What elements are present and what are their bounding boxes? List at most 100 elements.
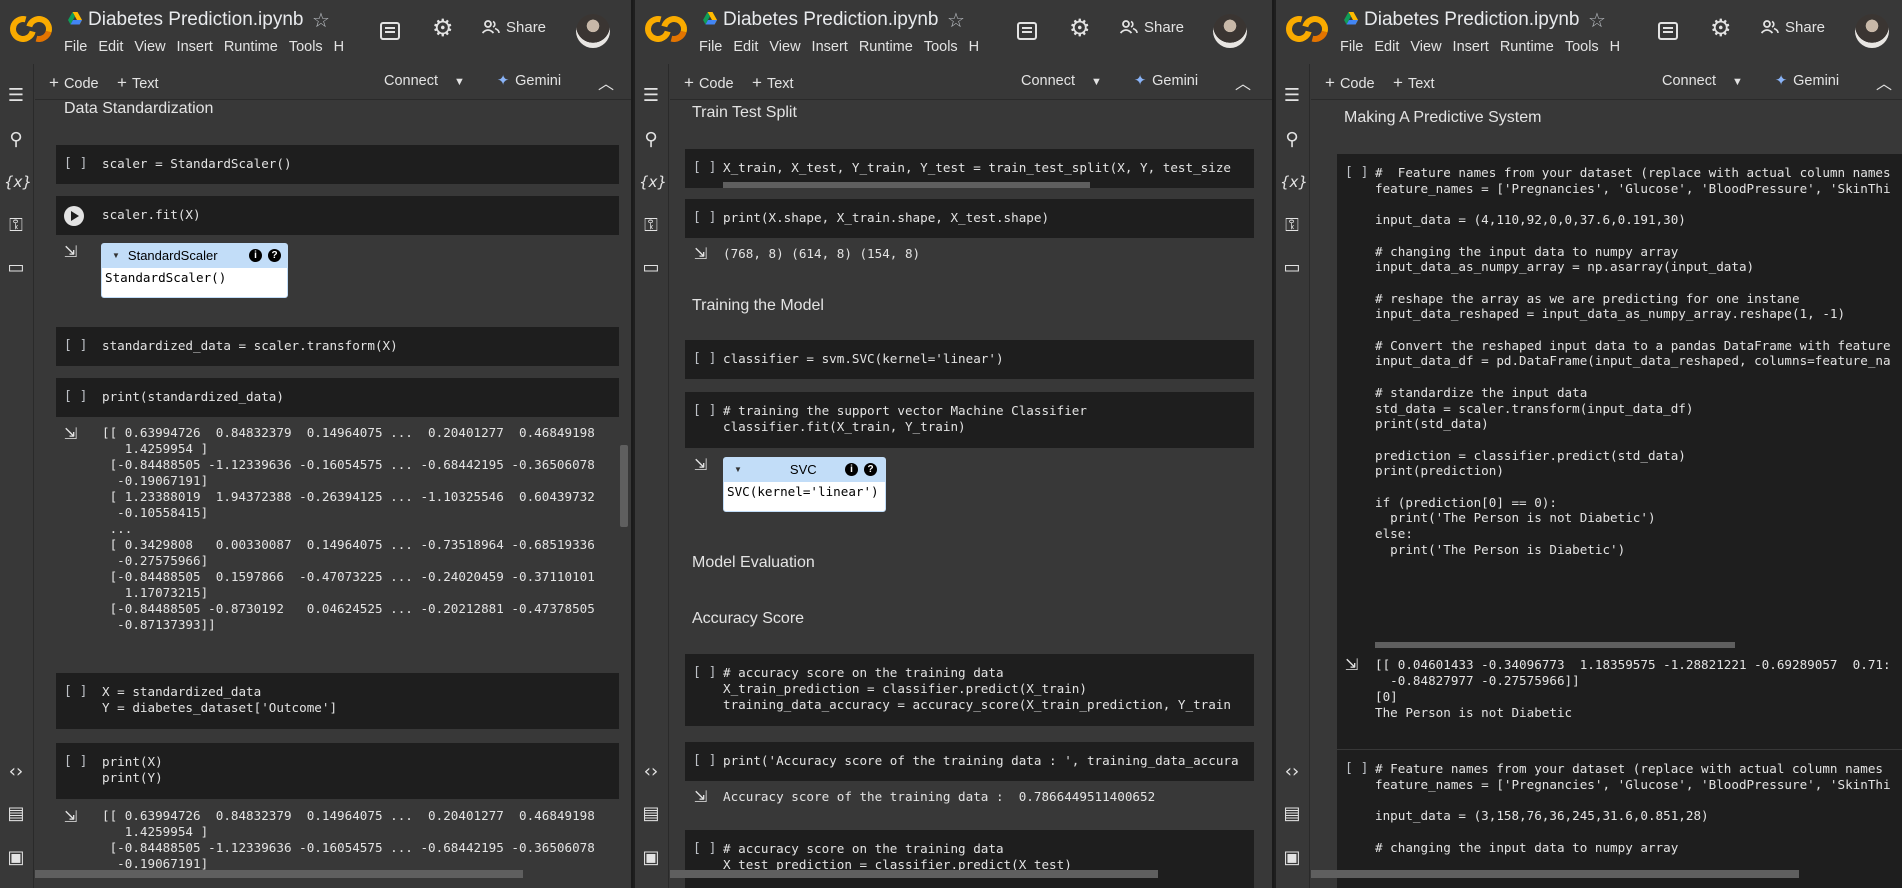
menu-edit[interactable]: Edit [1374, 39, 1399, 55]
code-cell[interactable]: [ ] # accuracy score on the training dat… [685, 830, 1254, 888]
cell-run-bracket[interactable]: [ ] [693, 351, 716, 366]
code-cell[interactable]: [ ] standardized_data = scaler.transform… [56, 327, 619, 366]
star-icon[interactable]: ☆ [947, 8, 965, 33]
gemini-button[interactable]: ✦ Gemini [497, 73, 561, 89]
toc-icon[interactable]: ☰ [639, 84, 663, 108]
toc-icon[interactable]: ☰ [1280, 84, 1304, 108]
info-icon[interactable]: i [845, 463, 858, 476]
code-cell[interactable]: [ ] print(standardized_data) [56, 378, 619, 417]
connect-button[interactable]: Connect [1662, 73, 1716, 89]
menu-runtime[interactable]: Runtime [859, 39, 913, 55]
horizontal-scrollbar[interactable] [35, 870, 523, 878]
cell-code[interactable]: # Feature names from your dataset (repla… [1375, 165, 1891, 558]
cell-code[interactable]: # accuracy score on the training data X_… [723, 665, 1231, 713]
cell-code[interactable]: X = standardized_data Y = diabetes_datas… [102, 684, 337, 716]
cell-code[interactable]: print(X.shape, X_train.shape, X_test.sha… [723, 210, 1049, 226]
collapse-chevron-icon[interactable]: ︿ [1235, 70, 1251, 94]
add-text-button[interactable]: + Text [752, 73, 794, 93]
cell-code[interactable]: # training the support vector Machine Cl… [723, 403, 1087, 435]
menu-view[interactable]: View [769, 39, 800, 55]
menu-file[interactable]: File [699, 39, 722, 55]
cell-run-bracket[interactable]: [ ] [693, 210, 716, 225]
code-cell[interactable]: scaler.fit(X) [56, 196, 619, 235]
connect-button[interactable]: Connect [384, 73, 438, 89]
chevron-down-icon[interactable]: ▼ [1091, 76, 1102, 88]
gemini-button[interactable]: ✦ Gemini [1775, 73, 1839, 89]
cell-run-bracket[interactable]: [ ] [693, 160, 716, 175]
cell-run-bracket[interactable]: [ ] [693, 753, 716, 768]
search-icon[interactable]: ⚲ [4, 128, 28, 152]
gear-icon[interactable]: ⚙ [1710, 17, 1734, 41]
code-cell[interactable]: [ ] print('Accuracy score of the trainin… [685, 742, 1254, 781]
cell-code[interactable]: print('Accuracy score of the training da… [723, 753, 1239, 769]
cell-run-bracket[interactable]: [ ] [64, 389, 87, 404]
comment-icon[interactable] [380, 22, 400, 40]
code-cell[interactable]: [ ] classifier = svm.SVC(kernel='linear'… [685, 340, 1254, 379]
horizontal-scrollbar[interactable] [1375, 642, 1735, 648]
terminal-icon[interactable]: ▣ [4, 846, 28, 870]
menu-file[interactable]: File [64, 39, 87, 55]
cell-run-bracket[interactable]: [ ] [64, 156, 87, 171]
cell-run-bracket[interactable]: [ ] [1345, 761, 1368, 776]
cell-code[interactable]: print(standardized_data) [102, 389, 284, 405]
chevron-down-icon[interactable]: ▼ [1732, 76, 1743, 88]
colab-logo[interactable] [5, 11, 57, 47]
toc-icon[interactable]: ☰ [4, 84, 28, 108]
terminal-icon[interactable]: ▣ [639, 846, 663, 870]
variables-icon[interactable]: {x} [1280, 170, 1308, 194]
code-cell[interactable]: [ ] # Feature names from your dataset (r… [1337, 154, 1902, 749]
output-toggle-icon[interactable]: ⇲ [64, 807, 77, 826]
cell-run-bracket[interactable]: [ ] [64, 684, 87, 699]
star-icon[interactable]: ☆ [312, 8, 330, 33]
gear-icon[interactable]: ⚙ [1069, 17, 1093, 41]
files-folder-icon[interactable]: ▭ [639, 256, 663, 280]
variables-icon[interactable]: {x} [4, 170, 32, 194]
notebook-title[interactable]: Diabetes Prediction.ipynb [723, 9, 938, 31]
notebook-title[interactable]: Diabetes Prediction.ipynb [88, 9, 303, 31]
widget-header[interactable]: ▼ SVC i? [724, 458, 885, 482]
menu-edit[interactable]: Edit [98, 39, 123, 55]
code-cell[interactable]: [ ] scaler = StandardScaler() [56, 145, 619, 184]
cell-code[interactable]: # Feature names from your dataset (repla… [1375, 761, 1891, 855]
comment-icon[interactable] [1658, 22, 1678, 40]
output-toggle-icon[interactable]: ⇲ [694, 787, 707, 806]
chevron-down-icon[interactable]: ▼ [454, 76, 465, 88]
output-toggle-icon[interactable]: ⇲ [694, 455, 707, 474]
cell-code[interactable]: X_train, X_test, Y_train, Y_test = train… [723, 160, 1231, 176]
info-icon[interactable]: i [249, 249, 262, 262]
add-code-button[interactable]: + Code [684, 73, 734, 93]
output-toggle-icon[interactable]: ⇲ [1345, 655, 1358, 674]
run-cell-button[interactable] [64, 206, 84, 226]
cell-code[interactable]: standardized_data = scaler.transform(X) [102, 338, 398, 354]
cell-code[interactable]: classifier = svm.SVC(kernel='linear') [723, 351, 1004, 367]
avatar[interactable] [1213, 14, 1247, 48]
command-palette-icon[interactable]: ▤ [4, 802, 28, 826]
variables-icon[interactable]: {x} [639, 170, 667, 194]
code-snippets-icon[interactable]: ‹› [1280, 760, 1304, 784]
command-palette-icon[interactable]: ▤ [639, 802, 663, 826]
secrets-key-icon[interactable]: ⚿ [4, 214, 28, 238]
code-cell[interactable]: [ ] print(X) print(Y) [56, 743, 619, 799]
code-snippets-icon[interactable]: ‹› [639, 760, 663, 784]
collapse-chevron-icon[interactable]: ︿ [1876, 70, 1892, 94]
code-cell[interactable]: [ ] # training the support vector Machin… [685, 392, 1254, 448]
cell-code[interactable]: print(X) print(Y) [102, 754, 163, 786]
menu-insert[interactable]: Insert [812, 39, 848, 55]
gear-icon[interactable]: ⚙ [432, 17, 456, 41]
output-toggle-icon[interactable]: ⇲ [64, 242, 77, 261]
cell-code[interactable]: scaler.fit(X) [102, 207, 201, 223]
cell-code[interactable]: # accuracy score on the training data X_… [723, 841, 1072, 873]
code-cell[interactable]: [ ] # Feature names from your dataset (r… [1337, 750, 1902, 888]
cell-run-bracket[interactable]: [ ] [693, 403, 716, 418]
horizontal-scrollbar[interactable] [723, 182, 1090, 188]
code-cell[interactable]: [ ] print(X.shape, X_train.shape, X_test… [685, 199, 1254, 238]
cell-run-bracket[interactable]: [ ] [64, 338, 87, 353]
output-toggle-icon[interactable]: ⇲ [694, 244, 707, 263]
add-text-button[interactable]: + Text [117, 73, 159, 93]
menu-file[interactable]: File [1340, 39, 1363, 55]
menu-edit[interactable]: Edit [733, 39, 758, 55]
menu-help[interactable]: H [969, 39, 979, 55]
menu-runtime[interactable]: Runtime [224, 39, 278, 55]
files-folder-icon[interactable]: ▭ [1280, 256, 1304, 280]
secrets-key-icon[interactable]: ⚿ [1280, 214, 1304, 238]
